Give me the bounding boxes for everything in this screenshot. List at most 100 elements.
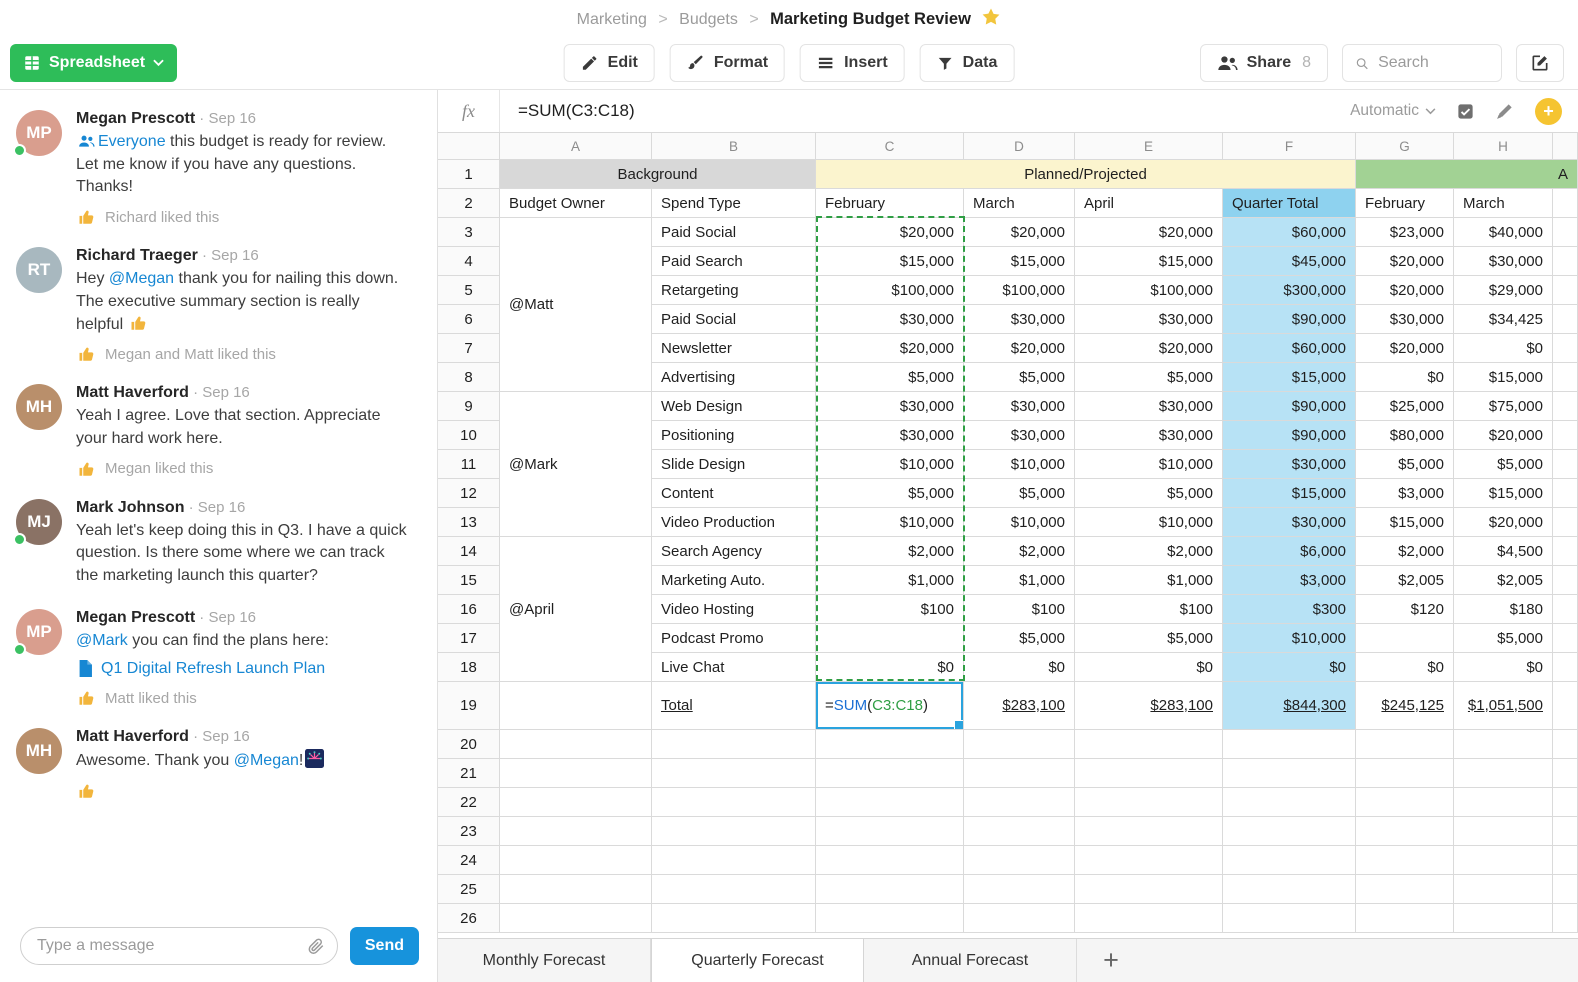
row-header-1[interactable]: 1 xyxy=(438,160,500,189)
cell[interactable]: $1,000 xyxy=(964,566,1075,595)
mention-link[interactable]: @Megan xyxy=(109,270,174,287)
message-author[interactable]: Megan Prescott xyxy=(76,110,195,127)
cell[interactable]: $5,000 xyxy=(816,363,964,392)
message-input-wrap[interactable] xyxy=(20,927,338,965)
data-button[interactable]: Data xyxy=(920,44,1015,82)
cell[interactable]: $20,000 xyxy=(816,218,964,247)
cell-spend-type[interactable]: Slide Design xyxy=(652,450,816,479)
search-box[interactable] xyxy=(1342,44,1502,82)
cell[interactable]: $5,000 xyxy=(964,363,1075,392)
cell[interactable]: $29,000 xyxy=(1454,276,1553,305)
cell[interactable] xyxy=(652,904,816,933)
column-header-D[interactable]: D xyxy=(964,133,1075,160)
cell[interactable]: $5,000 xyxy=(1454,450,1553,479)
cell[interactable] xyxy=(1075,846,1223,875)
cell[interactable]: $2,000 xyxy=(1075,537,1223,566)
breadcrumb-item-marketing[interactable]: Marketing xyxy=(577,11,647,28)
cell-total[interactable]: $283,100 xyxy=(964,682,1075,730)
cell-total-label[interactable]: Total xyxy=(652,682,816,730)
format-button[interactable]: Format xyxy=(670,44,785,82)
mention-everyone-link[interactable]: Everyone xyxy=(76,133,166,150)
compose-button[interactable] xyxy=(1516,44,1564,82)
cell-spend-type[interactable]: Paid Social xyxy=(652,218,816,247)
cell[interactable] xyxy=(500,788,652,817)
cell[interactable] xyxy=(1356,875,1454,904)
cell[interactable]: $5,000 xyxy=(964,624,1075,653)
cell-header[interactable]: Spend Type xyxy=(652,189,816,218)
column-header-A[interactable]: A xyxy=(500,133,652,160)
cell[interactable] xyxy=(964,759,1075,788)
cell[interactable]: $30,000 xyxy=(816,305,964,334)
send-button[interactable]: Send xyxy=(350,927,419,965)
cell[interactable] xyxy=(1356,846,1454,875)
cell[interactable]: $3,000 xyxy=(1356,479,1454,508)
row-header-26[interactable]: 26 xyxy=(438,904,500,933)
cell-header[interactable] xyxy=(1553,189,1578,218)
cell[interactable]: $100,000 xyxy=(816,276,964,305)
cell-spend-type[interactable]: Content xyxy=(652,479,816,508)
cell[interactable] xyxy=(1553,479,1578,508)
cell[interactable] xyxy=(1553,904,1578,933)
message-author[interactable]: Matt Haverford xyxy=(76,728,189,745)
cell[interactable]: $15,000 xyxy=(964,247,1075,276)
cell[interactable] xyxy=(1454,759,1553,788)
cell[interactable]: $60,000 xyxy=(1223,334,1356,363)
cell[interactable]: $0 xyxy=(1454,334,1553,363)
cell-spend-type[interactable]: Web Design xyxy=(652,392,816,421)
cell[interactable] xyxy=(1223,875,1356,904)
cell[interactable] xyxy=(1553,759,1578,788)
cell[interactable]: $5,000 xyxy=(1075,479,1223,508)
cell[interactable]: $10,000 xyxy=(1075,450,1223,479)
row-header-19[interactable]: 19 xyxy=(438,682,500,730)
breadcrumb-item-budgets[interactable]: Budgets xyxy=(679,11,738,28)
corner-cell[interactable] xyxy=(438,133,500,160)
row-header-16[interactable]: 16 xyxy=(438,595,500,624)
row-header-7[interactable]: 7 xyxy=(438,334,500,363)
cell-spend-type[interactable]: Video Hosting xyxy=(652,595,816,624)
cell[interactable] xyxy=(1553,682,1578,730)
search-input[interactable] xyxy=(1378,54,1489,72)
formula-input[interactable]: =SUM(C3:C18) xyxy=(500,101,1350,121)
cell[interactable]: $30,000 xyxy=(964,392,1075,421)
sheet-tab-quarterly-forecast[interactable]: Quarterly Forecast xyxy=(651,939,864,982)
cell[interactable]: $80,000 xyxy=(1356,421,1454,450)
row-header-22[interactable]: 22 xyxy=(438,788,500,817)
cell[interactable]: $100 xyxy=(964,595,1075,624)
cell-spend-type[interactable]: Paid Search xyxy=(652,247,816,276)
cell[interactable]: $15,000 xyxy=(1223,479,1356,508)
cell[interactable] xyxy=(1223,846,1356,875)
cell[interactable]: $300 xyxy=(1223,595,1356,624)
row-header-13[interactable]: 13 xyxy=(438,508,500,537)
cell[interactable]: $15,000 xyxy=(1454,363,1553,392)
cell[interactable]: $20,000 xyxy=(816,334,964,363)
cell[interactable] xyxy=(1075,817,1223,846)
cell-total[interactable]: $245,125 xyxy=(1356,682,1454,730)
cell-owner-mention[interactable]: @Mark xyxy=(500,392,652,537)
cell-header[interactable]: April xyxy=(1075,189,1223,218)
cell[interactable] xyxy=(1553,247,1578,276)
cell[interactable] xyxy=(964,788,1075,817)
cell-total[interactable]: $283,100 xyxy=(1075,682,1223,730)
edit-button[interactable]: Edit xyxy=(564,44,655,82)
cell-owner-mention[interactable]: @April xyxy=(500,537,652,682)
cell[interactable] xyxy=(1454,730,1553,759)
row-header-2[interactable]: 2 xyxy=(438,189,500,218)
cell[interactable]: $20,000 xyxy=(1356,276,1454,305)
cell[interactable]: $90,000 xyxy=(1223,421,1356,450)
cell[interactable]: $15,000 xyxy=(816,247,964,276)
cell[interactable] xyxy=(964,730,1075,759)
cell[interactable]: $15,000 xyxy=(1356,508,1454,537)
checkbox-tool-icon[interactable] xyxy=(1456,102,1475,121)
cell[interactable]: $20,000 xyxy=(1454,508,1553,537)
cell[interactable] xyxy=(1356,624,1454,653)
row-header-15[interactable]: 15 xyxy=(438,566,500,595)
cell[interactable] xyxy=(1553,392,1578,421)
cell[interactable] xyxy=(816,759,964,788)
cell[interactable]: $30,000 xyxy=(816,421,964,450)
cell-header[interactable]: March xyxy=(964,189,1075,218)
cell[interactable] xyxy=(652,788,816,817)
cell[interactable] xyxy=(1553,595,1578,624)
cell[interactable] xyxy=(1553,537,1578,566)
cell[interactable]: $300,000 xyxy=(1223,276,1356,305)
cell-spend-type[interactable]: Positioning xyxy=(652,421,816,450)
